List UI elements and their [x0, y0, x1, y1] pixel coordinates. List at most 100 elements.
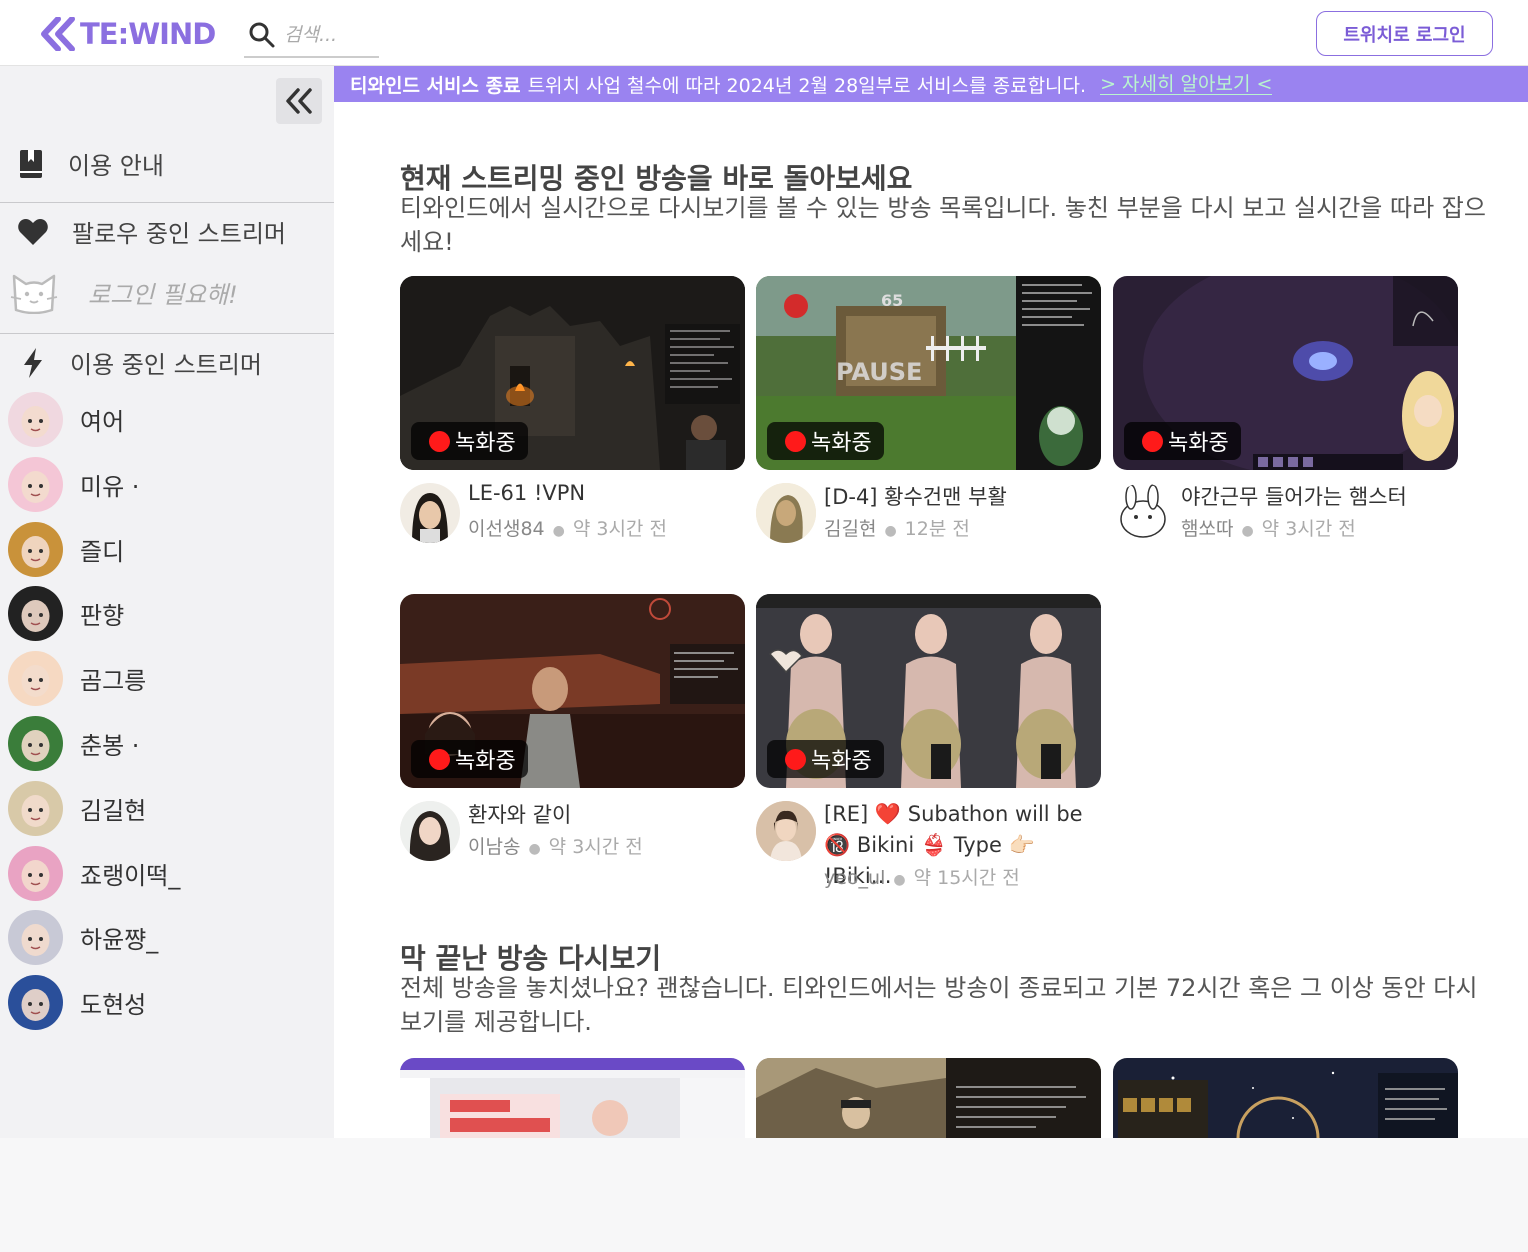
nav-following-label: 팔로우 중인 스트리머 — [72, 220, 286, 248]
vod-scene-graphic — [756, 1058, 1101, 1138]
recording-label: 녹화중 — [1168, 431, 1229, 456]
stream-card[interactable]: 녹화중 [RE] ❤️ Subathon will be 🔞 Bikini 👙 … — [756, 594, 1101, 897]
stream-thumbnail[interactable]: PAUSE 65 녹화중 — [756, 276, 1101, 470]
sidebar-streamer-name: 춘봉 · — [80, 732, 140, 760]
stream-thumbnail[interactable]: 녹화중 — [400, 594, 745, 788]
recording-dot-icon — [429, 430, 450, 452]
nav-active[interactable]: 이용 중인 스트리머 — [16, 345, 350, 380]
vod-thumbnail[interactable] — [756, 1058, 1101, 1252]
avatar — [8, 651, 63, 706]
sidebar-streamer[interactable]: 도현성 — [8, 975, 146, 1030]
sidebar-streamer[interactable]: 판향 — [8, 586, 124, 641]
sidebar-streamer[interactable]: 곰그릉 — [8, 651, 146, 706]
sidebar-streamer[interactable]: 춘봉 · — [8, 716, 139, 771]
vod-thumbnail[interactable] — [1113, 1058, 1458, 1252]
recording-badge: 녹화중 — [1124, 422, 1241, 460]
sidebar-streamer-name: 미유 · — [80, 473, 140, 501]
recording-dot-icon — [1142, 430, 1163, 452]
avatar — [8, 586, 63, 641]
recording-badge: 녹화중 — [767, 422, 884, 460]
nav-following[interactable]: 팔로우 중인 스트리머 — [16, 214, 350, 249]
avatar-face-graphic — [21, 471, 50, 503]
stream-thumbnail[interactable]: 녹화중 — [756, 594, 1101, 788]
sidebar-streamer-name: 하윤쨩_ — [80, 926, 159, 954]
sidebar-streamer[interactable]: 여어 — [8, 392, 124, 447]
stream-card[interactable]: 녹화중 LE-61 !VPN 이선생84 ● 약 3시간 전 — [400, 276, 745, 549]
streamer-name[interactable]: 김길현 — [824, 518, 876, 540]
search-box[interactable] — [244, 14, 379, 58]
avatar[interactable] — [400, 483, 460, 543]
avatar — [8, 846, 63, 901]
sidebar-streamer[interactable]: 즐디 — [8, 522, 124, 577]
stream-card[interactable]: PAUSE 65 녹화중 [D-4] 황수건맨 부활 김길현 ● 12분 전 — [756, 276, 1101, 549]
collapse-sidebar-button[interactable] — [276, 78, 322, 124]
stream-time: 약 3시간 전 — [572, 518, 667, 540]
avatar — [8, 781, 63, 836]
vod-card[interactable] — [400, 1058, 745, 1252]
streamer-name[interactable]: 햄쏘따 — [1181, 518, 1233, 540]
twitch-login-button[interactable]: 트위치로 로그인 — [1316, 11, 1493, 56]
avatar[interactable] — [756, 801, 816, 861]
streamer-name[interactable]: yeo_ul — [824, 867, 885, 889]
streamer-name[interactable]: 이선생84 — [468, 518, 545, 540]
stream-meta: 야간근무 들어가는 햄스터 햄쏘따 ● 약 3시간 전 — [1113, 479, 1458, 549]
book-icon — [14, 147, 48, 181]
stream-title[interactable]: [D-4] 황수건맨 부활 — [824, 481, 1099, 511]
stream-card[interactable]: 녹화중 야간근무 들어가는 햄스터 햄쏘따 ● 약 3시간 전 — [1113, 276, 1458, 549]
sidebar: 이용 안내 팔로우 중인 스트리머 로그인 필요해! 이용 중인 스트리머 여어… — [0, 66, 334, 1138]
stream-thumbnail[interactable]: 녹화중 — [400, 276, 745, 470]
avatar[interactable] — [756, 483, 816, 543]
stream-thumbnail[interactable]: 녹화중 — [1113, 276, 1458, 470]
sidebar-streamer-name: 곰그릉 — [80, 667, 147, 695]
sidebar-streamer-name: 김길현 — [80, 797, 147, 825]
stream-sub: yeo_ul ● 약 15시간 전 — [824, 863, 1020, 890]
stream-card[interactable]: 녹화중 환자와 같이 이남송 ● 약 3시간 전 — [400, 594, 745, 867]
vod-card[interactable] — [1113, 1058, 1458, 1252]
recording-dot-icon — [785, 430, 806, 452]
stream-title[interactable]: LE-61 !VPN — [468, 481, 743, 505]
recording-label: 녹화중 — [811, 749, 872, 774]
divider — [0, 202, 334, 203]
recording-badge: 녹화중 — [411, 422, 528, 460]
sidebar-streamer[interactable]: 김길현 — [8, 781, 146, 836]
avatar — [8, 457, 63, 512]
stream-time: 약 3시간 전 — [548, 836, 643, 858]
streamer-name[interactable]: 이남송 — [468, 836, 520, 858]
recording-label: 녹화중 — [455, 749, 516, 774]
avatar-face-graphic — [21, 730, 50, 762]
vod-thumbnail[interactable] — [400, 1058, 745, 1252]
banner-more-link[interactable]: > 자세히 알아보기 < — [1100, 74, 1273, 95]
stream-sub: 이남송 ● 약 3시간 전 — [468, 832, 643, 859]
sidebar-streamer[interactable]: 죠랭이떡_ — [8, 846, 180, 901]
cat-icon — [10, 270, 58, 314]
recording-label: 녹화중 — [455, 431, 516, 456]
stream-meta: LE-61 !VPN 이선생84 ● 약 3시간 전 — [400, 479, 745, 549]
avatar-face-graphic — [21, 795, 50, 827]
stream-meta: [D-4] 황수건맨 부활 김길현 ● 12분 전 — [756, 479, 1101, 549]
stream-sub: 햄쏘따 ● 약 3시간 전 — [1181, 514, 1356, 541]
recording-dot-icon — [785, 748, 806, 770]
avatar-face-graphic — [21, 600, 50, 632]
login-needed-label: 로그인 필요해! — [88, 280, 238, 309]
nav-guide[interactable]: 이용 안내 — [14, 146, 348, 181]
svg-text:65: 65 — [881, 291, 903, 310]
avatar — [8, 975, 63, 1030]
logo[interactable]: TE:WIND — [40, 16, 216, 52]
avatar-face-graphic — [21, 860, 50, 892]
avatar[interactable] — [400, 801, 460, 861]
vod-card[interactable] — [756, 1058, 1101, 1252]
lightning-icon — [16, 346, 50, 380]
search-input[interactable] — [284, 24, 376, 46]
avatar[interactable] — [1113, 483, 1173, 543]
stream-title[interactable]: 환자와 같이 — [468, 799, 743, 829]
double-chevron-left-icon — [286, 88, 312, 114]
recording-label: 녹화중 — [811, 431, 872, 456]
divider — [0, 333, 334, 334]
recording-badge: 녹화중 — [767, 740, 884, 778]
search-icon — [249, 22, 275, 48]
sidebar-streamer[interactable]: 미유 · — [8, 457, 139, 512]
stream-time: 약 15시간 전 — [913, 867, 1020, 889]
stream-title[interactable]: 야간근무 들어가는 햄스터 — [1181, 481, 1456, 511]
sidebar-streamer[interactable]: 하윤쨩_ — [8, 910, 158, 965]
vod-scene-graphic — [400, 1058, 745, 1138]
